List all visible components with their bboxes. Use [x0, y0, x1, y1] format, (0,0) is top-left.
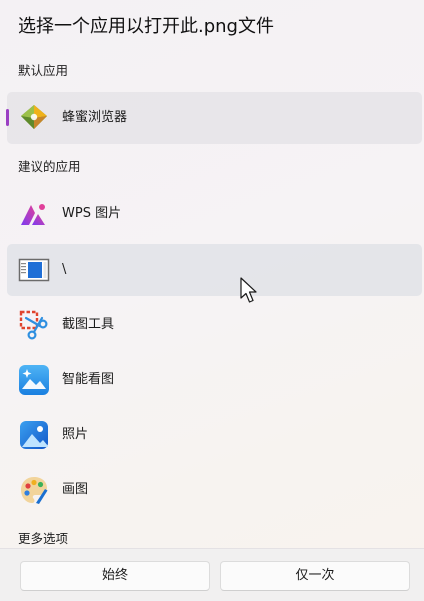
app-row-snipping-tool[interactable]: 截图工具 — [7, 299, 422, 351]
app-row-paint[interactable]: 画图 — [7, 464, 422, 516]
app-label: 智能看图 — [62, 372, 115, 387]
app-label: 截图工具 — [62, 317, 115, 332]
open-with-dialog: 选择一个应用以打开此.png文件 默认应用 蜂蜜浏览器 建议的应用 WPS 图片… — [0, 0, 424, 601]
dialog-footer: 始终 仅一次 — [0, 548, 424, 601]
app-label: 蜂蜜浏览器 — [62, 110, 128, 125]
app-row-unnamed[interactable]: \ — [7, 244, 422, 296]
app-label: 画图 — [62, 482, 89, 497]
smart-viewer-icon — [18, 364, 50, 396]
wps-pictures-icon — [18, 198, 50, 230]
app-label: \ — [62, 262, 67, 277]
app-row-photos[interactable]: 照片 — [7, 409, 422, 461]
section-header-default: 默认应用 — [18, 63, 69, 78]
selection-indicator — [6, 109, 9, 126]
app-row-smart-viewer[interactable]: 智能看图 — [7, 354, 422, 406]
app-row-honey-browser[interactable]: 蜂蜜浏览器 — [6, 92, 422, 144]
just-once-button[interactable]: 仅一次 — [220, 561, 410, 591]
more-options-link[interactable]: 更多选项 — [18, 530, 68, 548]
always-button[interactable]: 始终 — [20, 561, 210, 591]
app-row-wps-pictures[interactable]: WPS 图片 — [7, 188, 422, 240]
photos-icon — [18, 419, 50, 451]
paint-icon — [18, 474, 50, 506]
unnamed-app-window-icon — [18, 254, 50, 286]
section-header-suggested: 建议的应用 — [18, 159, 81, 174]
app-label: WPS 图片 — [62, 206, 122, 221]
honey-browser-icon — [18, 102, 50, 134]
snipping-tool-icon — [18, 309, 50, 341]
dialog-title: 选择一个应用以打开此.png文件 — [18, 16, 274, 37]
mouse-pointer-icon — [240, 277, 260, 305]
app-label: 照片 — [62, 427, 89, 442]
